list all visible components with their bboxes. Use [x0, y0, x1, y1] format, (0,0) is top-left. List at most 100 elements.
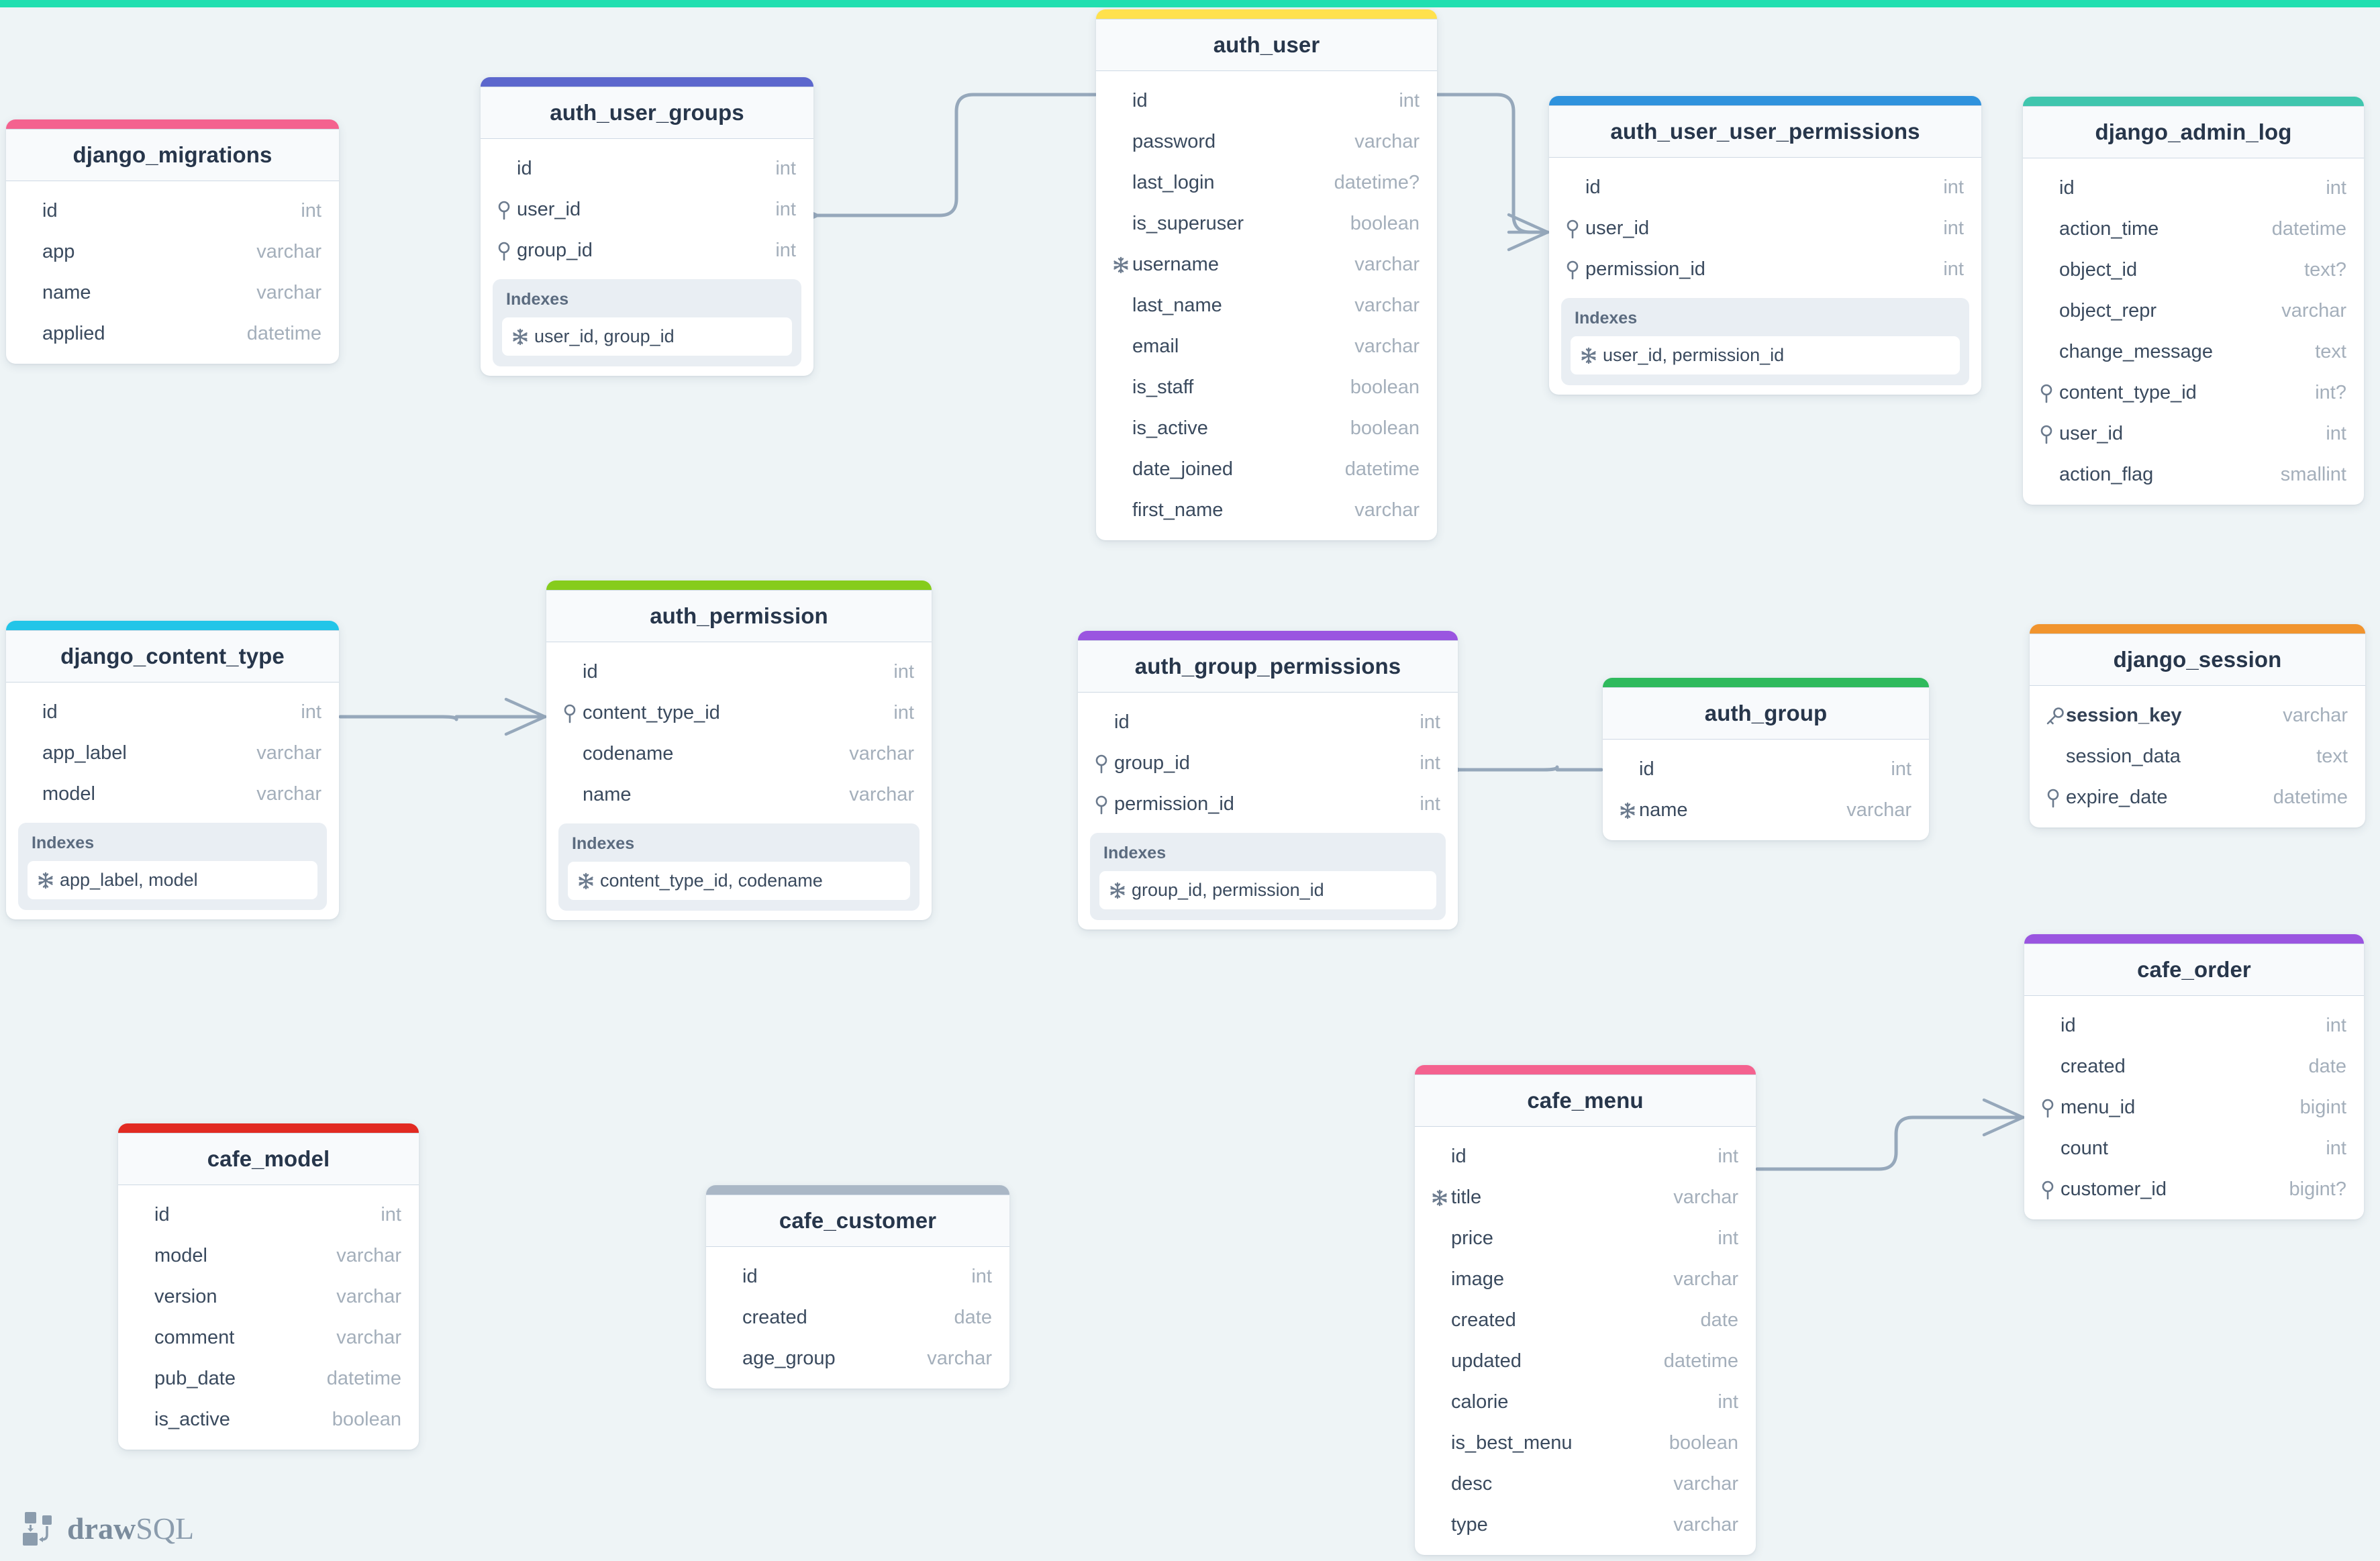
table-column-row[interactable]: user_id int: [1549, 208, 1981, 249]
table-column-row[interactable]: is_active boolean: [118, 1399, 419, 1440]
table-title[interactable]: cafe_model: [118, 1133, 419, 1185]
table-column-row[interactable]: id int: [1549, 167, 1981, 208]
table-column-row[interactable]: applied datetime: [6, 313, 339, 354]
table-column-row[interactable]: id int: [6, 692, 339, 733]
table-column-row[interactable]: id int: [1078, 702, 1458, 743]
table-column-row[interactable]: session_data text: [2030, 736, 2365, 777]
table-column-row[interactable]: group_id int: [1078, 743, 1458, 784]
table-title[interactable]: django_admin_log: [2023, 106, 2364, 158]
table-column-row[interactable]: session_key varchar: [2030, 695, 2365, 736]
table-column-row[interactable]: app varchar: [6, 232, 339, 272]
table-title[interactable]: django_session: [2030, 634, 2365, 686]
table-column-row[interactable]: model varchar: [6, 774, 339, 815]
table-card-auth_permission[interactable]: auth_permission id int content_type_id int co…: [546, 581, 932, 920]
table-column-row[interactable]: codename varchar: [546, 734, 932, 774]
table-column-row[interactable]: menu_id bigint: [2024, 1087, 2364, 1128]
table-column-row[interactable]: pub_date datetime: [118, 1358, 419, 1399]
table-column-row[interactable]: date_joined datetime: [1096, 449, 1437, 490]
index-item[interactable]: app_label, model: [28, 861, 317, 899]
table-column-row[interactable]: is_best_menu boolean: [1415, 1423, 1756, 1464]
table-title[interactable]: auth_user: [1096, 19, 1437, 71]
table-column-row[interactable]: id int: [1415, 1136, 1756, 1177]
table-title[interactable]: cafe_order: [2024, 944, 2364, 996]
index-item[interactable]: content_type_id, codename: [568, 862, 910, 900]
table-column-row[interactable]: is_superuser boolean: [1096, 203, 1437, 244]
table-card-auth_group_permissions[interactable]: auth_group_permissionsid int group_id int pe…: [1078, 631, 1458, 929]
table-card-cafe_model[interactable]: cafe_modelid int model varchar version varcha…: [118, 1123, 419, 1450]
table-column-row[interactable]: action_flag smallint: [2023, 454, 2364, 495]
table-column-row[interactable]: email varchar: [1096, 326, 1437, 367]
table-card-cafe_menu[interactable]: cafe_menuid int title varchar price int image v…: [1415, 1065, 1756, 1555]
table-column-row[interactable]: user_id int: [2023, 413, 2364, 454]
table-column-row[interactable]: is_active boolean: [1096, 408, 1437, 449]
table-card-django_migrations[interactable]: django_migrationsid int app varchar name varc…: [6, 119, 339, 364]
table-column-row[interactable]: content_type_id int?: [2023, 372, 2364, 413]
table-column-row[interactable]: permission_id int: [1549, 249, 1981, 290]
table-title[interactable]: cafe_customer: [706, 1195, 1009, 1247]
table-column-row[interactable]: name varchar: [6, 272, 339, 313]
table-column-row[interactable]: created date: [2024, 1046, 2364, 1087]
table-column-row[interactable]: id int: [2024, 1005, 2364, 1046]
table-column-row[interactable]: calorie int: [1415, 1382, 1756, 1423]
table-column-row[interactable]: username varchar: [1096, 244, 1437, 285]
table-card-auth_user_user_permissions[interactable]: auth_user_user_permissionsid int user_id in…: [1549, 96, 1981, 395]
table-column-row[interactable]: password varchar: [1096, 121, 1437, 162]
table-column-row[interactable]: id int: [546, 652, 932, 693]
table-card-auth_user[interactable]: auth_userid int password varchar last_login d…: [1096, 9, 1437, 540]
table-column-row[interactable]: last_name varchar: [1096, 285, 1437, 326]
table-column-row[interactable]: image varchar: [1415, 1259, 1756, 1300]
table-card-cafe_customer[interactable]: cafe_customerid int created date age_group va…: [706, 1185, 1009, 1389]
table-title[interactable]: django_content_type: [6, 630, 339, 683]
table-card-django_admin_log[interactable]: django_admin_logid int action_time datetime…: [2023, 97, 2364, 505]
table-title[interactable]: auth_permission: [546, 590, 932, 642]
table-card-auth_group[interactable]: auth_groupid int name varchar: [1603, 678, 1929, 840]
table-column-row[interactable]: price int: [1415, 1218, 1756, 1259]
table-column-row[interactable]: age_group varchar: [706, 1338, 1009, 1379]
drawsql-logo[interactable]: drawSQL: [20, 1511, 194, 1546]
table-column-row[interactable]: name varchar: [546, 774, 932, 815]
table-title[interactable]: django_migrations: [6, 129, 339, 181]
index-item[interactable]: user_id, permission_id: [1571, 336, 1960, 374]
table-column-row[interactable]: comment varchar: [118, 1317, 419, 1358]
table-column-row[interactable]: is_staff boolean: [1096, 367, 1437, 408]
table-card-django_session[interactable]: django_session session_key varchar session_…: [2030, 624, 2365, 827]
table-column-row[interactable]: expire_date datetime: [2030, 777, 2365, 818]
table-title[interactable]: auth_group_permissions: [1078, 640, 1458, 693]
table-column-row[interactable]: id int: [706, 1256, 1009, 1297]
erd-canvas[interactable]: django_migrations id int app varchar name varc…: [0, 0, 2380, 1561]
table-column-row[interactable]: change_message text: [2023, 332, 2364, 372]
table-title[interactable]: auth_user_user_permissions: [1549, 105, 1981, 158]
table-column-row[interactable]: created date: [706, 1297, 1009, 1338]
table-column-row[interactable]: desc varchar: [1415, 1464, 1756, 1505]
table-column-row[interactable]: last_login datetime?: [1096, 162, 1437, 203]
table-column-row[interactable]: id int: [118, 1195, 419, 1236]
table-column-row[interactable]: content_type_id int: [546, 693, 932, 734]
table-column-row[interactable]: id int: [481, 148, 813, 189]
table-column-row[interactable]: type varchar: [1415, 1505, 1756, 1546]
table-column-row[interactable]: user_id int: [481, 189, 813, 230]
table-column-row[interactable]: id int: [6, 191, 339, 232]
table-column-row[interactable]: created date: [1415, 1300, 1756, 1341]
table-column-row[interactable]: id int: [1096, 81, 1437, 121]
table-column-row[interactable]: app_label varchar: [6, 733, 339, 774]
table-column-row[interactable]: group_id int: [481, 230, 813, 271]
table-title[interactable]: auth_user_groups: [481, 87, 813, 139]
table-column-row[interactable]: title varchar: [1415, 1177, 1756, 1218]
table-column-row[interactable]: id int: [2023, 168, 2364, 209]
table-column-row[interactable]: updated datetime: [1415, 1341, 1756, 1382]
table-card-auth_user_groups[interactable]: auth_user_groupsid int user_id int group_id i…: [481, 77, 813, 376]
table-column-row[interactable]: model varchar: [118, 1236, 419, 1276]
table-column-row[interactable]: version varchar: [118, 1276, 419, 1317]
table-card-cafe_order[interactable]: cafe_order id int created date menu_id bigint c…: [2024, 934, 2364, 1219]
table-title[interactable]: auth_group: [1603, 687, 1929, 740]
table-column-row[interactable]: name varchar: [1603, 790, 1929, 831]
table-column-row[interactable]: permission_id int: [1078, 784, 1458, 825]
table-title[interactable]: cafe_menu: [1415, 1074, 1756, 1127]
index-item[interactable]: user_id, group_id: [502, 317, 792, 356]
table-column-row[interactable]: first_name varchar: [1096, 490, 1437, 531]
table-column-row[interactable]: id int: [1603, 749, 1929, 790]
index-item[interactable]: group_id, permission_id: [1099, 871, 1436, 909]
table-column-row[interactable]: action_time datetime: [2023, 209, 2364, 250]
table-column-row[interactable]: object_repr varchar: [2023, 291, 2364, 332]
table-column-row[interactable]: object_id text?: [2023, 250, 2364, 291]
